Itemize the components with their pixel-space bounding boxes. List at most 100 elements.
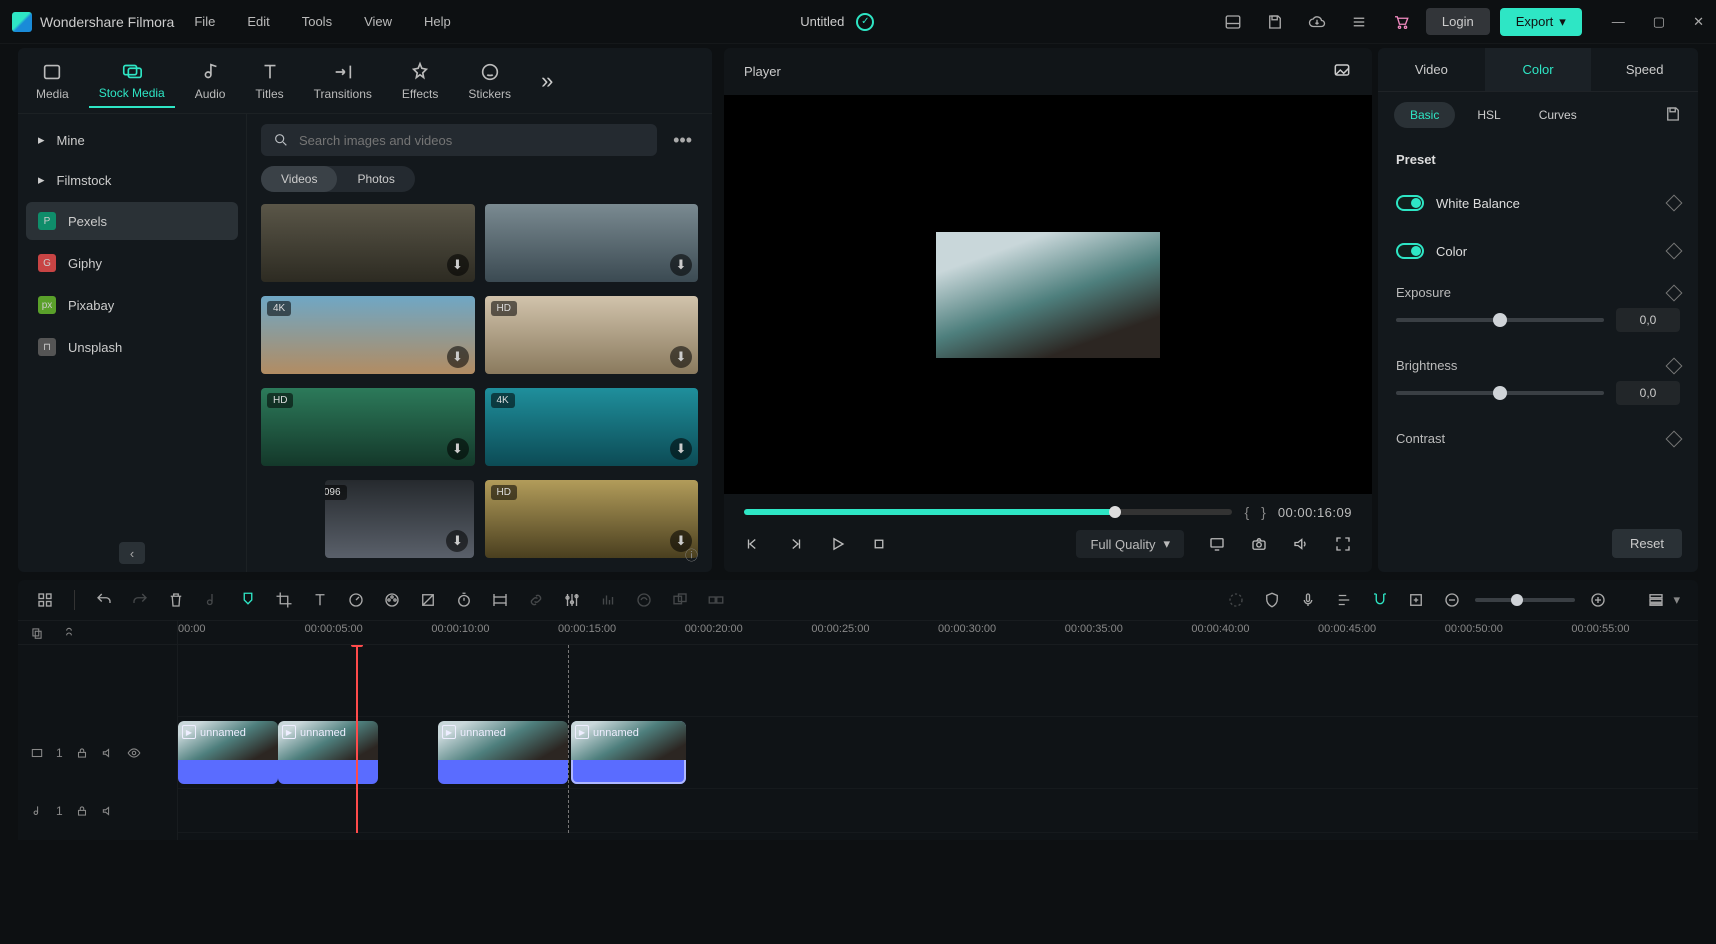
download-icon[interactable]: ⬇ [447, 346, 469, 368]
inspector-tab-video[interactable]: Video [1378, 48, 1485, 91]
sidebar-item-unsplash[interactable]: ⊓Unsplash [26, 328, 238, 366]
download-icon[interactable]: ⬇ [670, 346, 692, 368]
zoom-in-icon[interactable] [1589, 591, 1607, 609]
search-box[interactable] [261, 124, 657, 156]
clip[interactable]: ▶unnamed [278, 721, 378, 784]
mute-icon[interactable] [101, 804, 115, 818]
thumbnail[interactable]: HD⬇ [485, 296, 699, 374]
copy-icon[interactable] [28, 624, 46, 642]
equalizer-icon[interactable] [599, 591, 617, 609]
cart-icon[interactable] [1392, 13, 1410, 31]
filter-photos[interactable]: Photos [337, 166, 414, 192]
filter-videos[interactable]: Videos [261, 166, 337, 192]
playhead[interactable] [356, 645, 358, 833]
timer-icon[interactable] [455, 591, 473, 609]
compound-icon[interactable] [707, 591, 725, 609]
tab-audio[interactable]: Audio [185, 55, 236, 107]
mark-in-icon[interactable]: { [1244, 504, 1249, 520]
step-back-icon[interactable] [744, 535, 762, 553]
preview-viewport[interactable] [724, 95, 1372, 494]
menu-help[interactable]: Help [424, 14, 451, 29]
sidebar-item-giphy[interactable]: GGiphy [26, 244, 238, 282]
cloud-icon[interactable] [1308, 13, 1326, 31]
tabs-more-icon[interactable]: » [531, 68, 553, 94]
zoom-out-icon[interactable] [1443, 591, 1461, 609]
lock-icon[interactable] [75, 804, 89, 818]
zoom-slider[interactable] [1475, 598, 1575, 602]
thumbnail[interactable]: 4K⬇ [485, 388, 699, 466]
thumbnail[interactable]: ⬇ [261, 204, 475, 282]
add-marker-icon[interactable] [1407, 591, 1425, 609]
clip[interactable]: ▶unnamed [438, 721, 568, 784]
exposure-value[interactable]: 0,0 [1616, 308, 1680, 332]
tab-stickers[interactable]: Stickers [458, 55, 521, 107]
tab-effects[interactable]: Effects [392, 55, 448, 107]
maximize-button[interactable]: ▢ [1653, 14, 1665, 30]
voiceover-icon[interactable] [1299, 591, 1317, 609]
eye-icon[interactable] [127, 746, 141, 760]
undo-icon[interactable] [95, 591, 113, 609]
minimize-button[interactable]: ― [1612, 14, 1625, 30]
login-button[interactable]: Login [1426, 8, 1490, 35]
browser-more-icon[interactable]: ••• [667, 130, 698, 151]
subtab-curves[interactable]: Curves [1523, 102, 1593, 128]
lock-icon[interactable] [75, 746, 89, 760]
mute-icon[interactable] [101, 746, 115, 760]
download-icon[interactable]: ⬇ [447, 438, 469, 460]
list-icon[interactable] [1350, 13, 1368, 31]
split-audio-icon[interactable] [203, 591, 221, 609]
video-track[interactable]: ▶unnamed ▶unnamed ▶unnamed ▶unnamed [178, 717, 1698, 789]
clip-selected[interactable]: ▶unnamed [571, 721, 686, 784]
render-icon[interactable] [1227, 591, 1245, 609]
download-icon[interactable]: ⬇ [447, 254, 469, 276]
keyframe-panel-icon[interactable] [491, 591, 509, 609]
display-icon[interactable] [1208, 535, 1226, 553]
crop-icon[interactable] [275, 591, 293, 609]
inspector-tab-color[interactable]: Color [1485, 48, 1592, 91]
tab-stock-media[interactable]: Stock Media [89, 54, 175, 108]
color-toggle[interactable] [1396, 243, 1424, 259]
reset-button[interactable]: Reset [1612, 529, 1682, 558]
audio-track[interactable] [178, 789, 1698, 833]
close-button[interactable]: ✕ [1693, 14, 1704, 30]
snapshot-compare-icon[interactable] [1332, 60, 1352, 83]
step-fwd-icon[interactable] [786, 535, 804, 553]
search-input[interactable] [299, 133, 645, 148]
info-icon[interactable]: ⓘ [685, 545, 698, 564]
mark-out-icon[interactable]: } [1261, 504, 1266, 520]
shield-icon[interactable] [1263, 591, 1281, 609]
save-icon[interactable] [1266, 13, 1284, 31]
sidebar-item-filmstock[interactable]: ▸Filmstock [26, 162, 238, 198]
menu-view[interactable]: View [364, 14, 392, 29]
thumbnail[interactable]: ⬇ [485, 204, 699, 282]
sidebar-collapse-button[interactable]: ‹ [119, 542, 145, 564]
project-title[interactable]: Untitled [800, 14, 844, 29]
thumbnail[interactable]: 2160x4096⬇ [325, 480, 474, 558]
timeline-ruler[interactable]: 00:00 00:00:05:00 00:00:10:00 00:00:15:0… [178, 621, 1698, 645]
clip[interactable]: ▶unnamed [178, 721, 278, 784]
magnet-icon[interactable] [1371, 591, 1389, 609]
text-icon[interactable] [311, 591, 329, 609]
menu-file[interactable]: File [194, 14, 215, 29]
timeline-tracks[interactable]: ▶unnamed ▶unnamed ▶unnamed ▶unnamed [178, 645, 1698, 833]
camera-icon[interactable] [1250, 535, 1268, 553]
brightness-value[interactable]: 0,0 [1616, 381, 1680, 405]
export-button[interactable]: Export▾ [1500, 8, 1582, 36]
keyframe-icon[interactable] [1666, 284, 1683, 301]
marker-icon[interactable] [239, 591, 257, 609]
subtab-basic[interactable]: Basic [1394, 102, 1455, 128]
speed-icon[interactable] [347, 591, 365, 609]
play-icon[interactable] [828, 535, 846, 553]
track-view-icon[interactable] [1647, 591, 1665, 609]
audio-mixer-icon[interactable] [1335, 591, 1353, 609]
denoise-icon[interactable] [635, 591, 653, 609]
volume-icon[interactable] [1292, 535, 1310, 553]
layout-icon[interactable] [1224, 13, 1242, 31]
exposure-slider[interactable] [1396, 318, 1604, 322]
download-icon[interactable]: ⬇ [670, 254, 692, 276]
download-icon[interactable]: ⬇ [670, 438, 692, 460]
white-balance-toggle[interactable] [1396, 195, 1424, 211]
auto-ripple-icon[interactable] [60, 624, 78, 642]
thumbnail[interactable]: HD⬇ [485, 480, 699, 558]
link-icon[interactable] [527, 591, 545, 609]
